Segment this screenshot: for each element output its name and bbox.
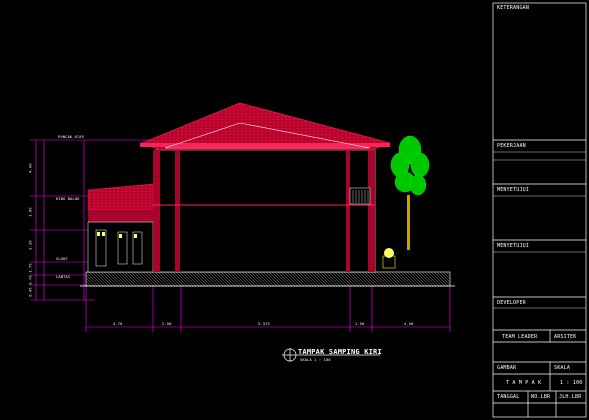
level-label-sloof: SLOOF [56,257,68,261]
developer-label: DEVELOPER [497,300,526,306]
dim-left-1: 4.00 [28,163,33,173]
left-annex [87,183,154,273]
dim-left-4: 1.70 [28,263,33,273]
title-block-inner-lines [493,151,586,309]
level-label-roof-peak: PUNCAK ATAP [58,135,84,139]
dim-bottom-5: 4.50 [404,322,414,326]
arsitek-label: ARSITEK [554,334,577,340]
title-block-frame [492,2,587,418]
mid-column [175,150,180,272]
dim-left-2: 1.80 [28,207,33,217]
drawing-title: TAMPAK SAMPING KIRI [298,348,382,356]
foundation-band [85,271,451,287]
main-wall [154,149,376,273]
gambar-label: GAMBAR [497,365,517,371]
no-lbr-label: NO.LBR [531,394,551,400]
skala-value: 1 : 100 [560,380,583,386]
dim-left-6: 0.45 [28,287,33,297]
tree [390,135,430,250]
flower-pot [382,248,396,269]
level-label-ring-beam: RING BALOK [56,197,80,201]
team-leader-label: TEAM LEADER [502,334,538,340]
dim-bottom-3: 5.375 [258,322,270,326]
cad-drawing-canvas [30,2,587,418]
menyetujui-label: MENYETUJUI [497,243,530,249]
dim-left-3: 2.30 [28,240,33,250]
dim-bottom-1: 4.70 [113,322,123,326]
gambar-value: T A M P A K [506,380,542,386]
drawing-scale: SKALA 1 : 100 [300,358,331,362]
skala-label: SKALA [554,365,571,371]
pekerjaan-label: PEKERJAAN [497,143,526,149]
dim-bottom-2: 2.50 [162,322,172,326]
main-roof [141,102,391,151]
keterangan-label: KETERANGAN [497,5,530,11]
menyetujui-header-label: MENYETUJUI [497,187,530,193]
left-column [153,150,160,272]
right-column [368,150,375,272]
dim-bottom-4: 1.50 [355,322,365,326]
dim-left-5: 0.70 [28,275,33,285]
tanggal-label: TANGGAL [497,394,520,400]
jlh-lbr-label: JLH.LBR [559,394,582,400]
level-label-floor: LANTAI [56,275,71,279]
right-inner-column [346,150,350,272]
